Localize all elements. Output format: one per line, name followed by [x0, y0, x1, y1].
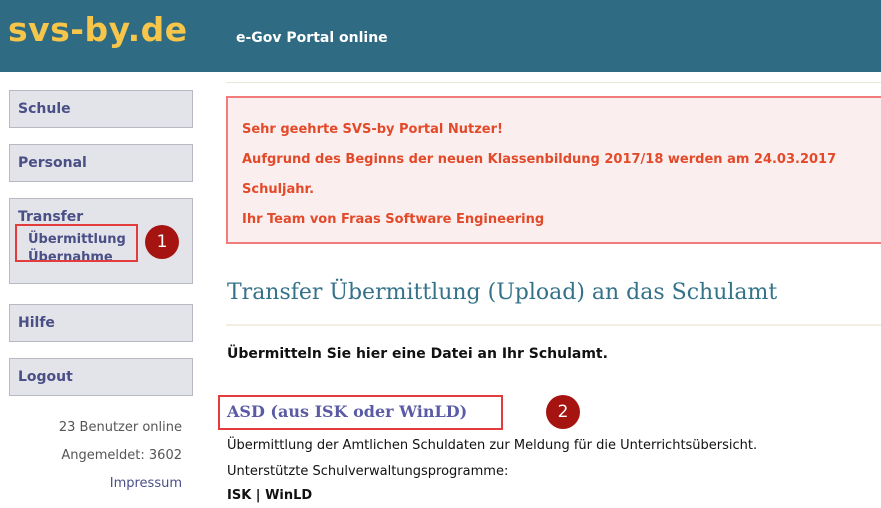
page-title: Transfer Übermittlung (Upload) an das Sc… [227, 280, 778, 305]
annotation-badge-2: 2 [546, 395, 580, 429]
sidebar-item-label: Hilfe [18, 315, 55, 331]
sidebar-item-label: Transfer [18, 209, 84, 225]
sidebar-item-personal[interactable]: Personal [9, 144, 193, 182]
sidebar-item-hilfe[interactable]: Hilfe [9, 304, 193, 342]
impressum-link[interactable]: Impressum [110, 476, 182, 491]
annotation-highlight-1 [15, 224, 138, 262]
sidebar-item-label: Schule [18, 101, 71, 117]
notice-text: Schuljahr. [242, 182, 315, 197]
logged-in-count: Angemeldet: 3602 [61, 448, 182, 463]
header-bar: svs-by.de e-Gov Portal online [0, 0, 881, 72]
supported-programs-label: Unterstützte Schulverwaltungsprogramme: [227, 464, 509, 479]
sidebar: Schule Personal Transfer Übermittlung Üb… [0, 72, 210, 508]
notice-heading: Sehr geehrte SVS-by Portal Nutzer! [242, 122, 503, 137]
sidebar-item-label: Logout [18, 369, 73, 385]
divider [226, 324, 881, 326]
divider [226, 82, 881, 83]
main-content: Sehr geehrte SVS-by Portal Nutzer! Aufgr… [215, 72, 881, 508]
notice-box: Sehr geehrte SVS-by Portal Nutzer! Aufgr… [226, 96, 881, 244]
intro-text: Übermitteln Sie hier eine Datei an Ihr S… [227, 346, 608, 362]
sidebar-item-logout[interactable]: Logout [9, 358, 193, 396]
annotation-highlight-2 [218, 395, 503, 430]
site-logo[interactable]: svs-by.de [8, 10, 188, 50]
users-online-count: 23 Benutzer online [58, 420, 182, 435]
supported-programs: ISK | WinLD [227, 488, 313, 503]
sidebar-item-label: Personal [18, 155, 87, 171]
site-tagline: e-Gov Portal online [236, 30, 388, 46]
asd-description: Übermittlung der Amtlichen Schuldaten zu… [227, 438, 758, 453]
notice-signature: Ihr Team von Fraas Software Engineering [242, 212, 545, 227]
annotation-badge-1: 1 [145, 225, 179, 259]
notice-text: Aufgrund des Beginns der neuen Klassenbi… [242, 152, 837, 167]
sidebar-item-schule[interactable]: Schule [9, 90, 193, 128]
